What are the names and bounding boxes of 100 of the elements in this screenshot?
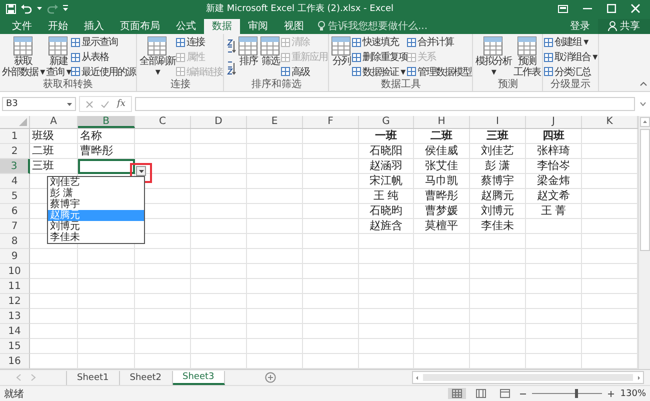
column-header[interactable]: I — [470, 116, 526, 128]
ribbon-button[interactable]: 获取 外部数据 ▾ — [1, 34, 46, 80]
ribbon-display-icon[interactable] — [558, 4, 568, 13]
table-cell[interactable]: 赵旌含 — [359, 219, 414, 234]
ribbon-button[interactable]: 分类汇总 — [544, 64, 597, 79]
dropdown-option[interactable]: 刘佳艺 — [48, 177, 144, 188]
column-header[interactable]: G — [359, 116, 414, 128]
dropdown-caret-icon[interactable] — [37, 7, 42, 10]
table-cell[interactable]: 一班 — [359, 129, 414, 144]
cancel-icon[interactable] — [86, 100, 93, 108]
check-icon[interactable] — [101, 100, 109, 108]
table-cell[interactable]: 曹梦媛 — [414, 204, 470, 220]
table-cell[interactable]: 李佳未 — [470, 219, 526, 234]
zoom-out-icon[interactable] — [520, 390, 526, 397]
table-cell[interactable]: 刘佳艺 — [470, 144, 526, 160]
table-cell[interactable]: 宋江帆 — [359, 174, 414, 190]
ribbon-tab[interactable]: 插入 — [76, 18, 112, 34]
ribbon-button[interactable]: 管理数据模型 — [407, 64, 472, 79]
zoom-level[interactable]: 130% — [620, 388, 646, 399]
ribbon-button[interactable]: 模拟分析 ▾ — [474, 34, 512, 80]
row-header[interactable]: 10 — [0, 264, 30, 280]
undo-icon[interactable] — [21, 4, 32, 14]
ribbon-tab[interactable]: 视图 — [276, 18, 312, 34]
view-button[interactable] — [448, 388, 466, 400]
ribbon-tab[interactable]: 文件 — [4, 18, 40, 34]
table-cell[interactable]: 彭 潇 — [470, 159, 526, 174]
ribbon-button[interactable]: 数据验证 ▾ — [352, 64, 408, 79]
ribbon-button[interactable]: 显示查询 — [71, 35, 136, 50]
ribbon-button[interactable]: 取消组合 ▾ — [544, 50, 597, 64]
ribbon-button[interactable]: 预测 工作表 — [512, 34, 542, 80]
expand-caret-icon[interactable] — [640, 102, 646, 106]
ribbon-button[interactable]: 创建组 ▾ — [544, 35, 597, 50]
table-cell[interactable]: 赵涵羽 — [359, 159, 414, 174]
row-header[interactable]: 6 — [0, 204, 30, 220]
maximize-icon[interactable] — [607, 4, 616, 14]
table-cell[interactable]: 曹晔彤 — [78, 144, 135, 160]
previous-sheet-icon[interactable] — [16, 374, 21, 382]
ribbon-button[interactable]: 排序 — [237, 34, 260, 80]
select-all-icon[interactable] — [19, 118, 27, 126]
row-header[interactable]: 9 — [0, 249, 30, 264]
next-sheet-icon[interactable] — [31, 374, 36, 382]
ribbon-button[interactable]: 连接 — [176, 35, 222, 50]
ribbon-button[interactable]: 高级 — [281, 64, 328, 79]
row-header[interactable]: 5 — [0, 189, 30, 204]
table-cell[interactable]: 赵腾元 — [470, 189, 526, 204]
table-cell[interactable]: 王 纯 — [359, 189, 414, 204]
scrollbar-thumb[interactable] — [640, 129, 650, 252]
table-cell[interactable]: 侯佳威 — [414, 144, 470, 160]
name-box[interactable]: B3 — [2, 97, 76, 112]
share-button[interactable]: 共享 — [598, 18, 650, 34]
ribbon-button[interactable]: 新建 查询 ▾ — [45, 34, 72, 80]
table-cell[interactable]: 李怡岑 — [526, 159, 582, 174]
horizontal-scrollbar[interactable] — [412, 371, 644, 384]
sheet-tab[interactable]: Sheet3 — [172, 370, 226, 385]
ribbon-tab[interactable]: 页面布局 — [112, 18, 168, 34]
row-header[interactable]: 3 — [0, 159, 30, 174]
table-cell[interactable]: 石晓昀 — [359, 204, 414, 220]
insert-function-button[interactable]: fx — [117, 99, 126, 110]
ribbon-button[interactable]: 快速填充 — [352, 35, 408, 50]
table-cell[interactable]: 班级 — [30, 129, 78, 144]
column-header[interactable]: D — [191, 116, 247, 128]
ribbon-tab[interactable]: 审阅 — [240, 18, 276, 34]
login-link[interactable]: 登录 — [570, 18, 590, 34]
collapse-ribbon-icon[interactable] — [640, 82, 647, 86]
row-header[interactable]: 12 — [0, 294, 30, 310]
dropdown-button[interactable] — [136, 166, 146, 176]
add-sheet-icon[interactable] — [265, 372, 276, 384]
scrollbar-thumb[interactable] — [423, 374, 633, 382]
vertical-scrollbar[interactable] — [638, 116, 650, 370]
row-header[interactable]: 15 — [0, 339, 30, 354]
save-icon[interactable] — [6, 4, 16, 14]
zoom-in-icon[interactable] — [608, 390, 614, 397]
dropdown-option[interactable]: 蔡博宇 — [48, 199, 144, 210]
table-cell[interactable]: 蔡博宇 — [470, 174, 526, 190]
close-icon[interactable] — [631, 4, 640, 14]
table-cell[interactable]: 马巾凯 — [414, 174, 470, 190]
table-cell[interactable]: 石晓阳 — [359, 144, 414, 160]
tell-me-field[interactable]: 告诉我您想要做什么... — [318, 18, 458, 34]
row-header[interactable]: 11 — [0, 279, 30, 294]
row-header[interactable]: 1 — [0, 129, 30, 144]
row-header[interactable]: 14 — [0, 324, 30, 340]
table-cell[interactable]: 四班 — [526, 129, 582, 144]
table-cell[interactable] — [78, 159, 135, 174]
row-header[interactable]: 13 — [0, 309, 30, 324]
table-cell[interactable]: 名称 — [78, 129, 135, 144]
scroll-up-icon[interactable] — [640, 117, 650, 128]
column-header[interactable]: J — [526, 116, 582, 128]
table-cell[interactable]: 莫檀平 — [414, 219, 470, 234]
ribbon-tab[interactable]: 公式 — [168, 18, 204, 34]
ribbon-button[interactable]: 分列 — [330, 34, 352, 80]
row-header[interactable]: 16 — [0, 354, 30, 370]
redo-icon[interactable] — [47, 4, 58, 14]
table-cell[interactable]: 三班 — [470, 129, 526, 144]
sort-ascending-icon[interactable] — [226, 38, 236, 53]
ribbon-button[interactable]: 删除重复项 — [352, 50, 408, 64]
table-cell[interactable]: 二班 — [30, 144, 78, 160]
column-header[interactable]: E — [247, 116, 303, 128]
column-header[interactable]: C — [135, 116, 191, 128]
table-cell[interactable]: 张艾佳 — [414, 159, 470, 174]
customize-icon[interactable] — [63, 5, 68, 12]
